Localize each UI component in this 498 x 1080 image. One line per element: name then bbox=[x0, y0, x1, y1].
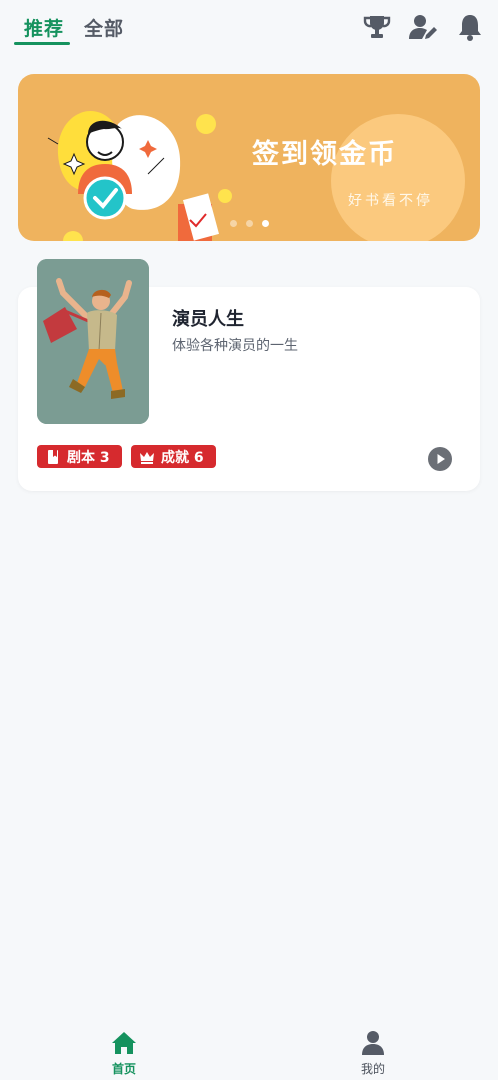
play-button[interactable] bbox=[428, 447, 452, 471]
story-title: 演员人生 bbox=[172, 309, 244, 330]
carousel-indicator bbox=[230, 220, 269, 227]
story-cover-image[interactable] bbox=[37, 259, 149, 424]
nav-profile[interactable]: 我的 bbox=[333, 1030, 413, 1077]
top-bar: 推荐 全部 bbox=[0, 0, 498, 56]
carousel-dot[interactable] bbox=[246, 220, 253, 227]
book-icon bbox=[48, 449, 58, 464]
carousel-dot[interactable] bbox=[230, 220, 237, 227]
bell-icon[interactable] bbox=[455, 12, 485, 42]
bottom-navigation: 首页 我的 bbox=[0, 1020, 498, 1080]
carousel-dot-active[interactable] bbox=[262, 220, 269, 227]
banner-title: 签到领金币 bbox=[252, 139, 397, 170]
tab-all[interactable]: 全部 bbox=[84, 14, 124, 41]
achievement-count-label: 成就 6 bbox=[161, 449, 204, 466]
play-icon bbox=[428, 447, 452, 471]
home-icon bbox=[112, 1032, 136, 1054]
trophy-icon[interactable] bbox=[362, 12, 392, 42]
script-count-label: 剧本 3 bbox=[67, 449, 110, 466]
achievement-count-badge: 成就 6 bbox=[131, 445, 216, 468]
nav-profile-label: 我的 bbox=[360, 1062, 385, 1076]
banner-illustration bbox=[47, 111, 465, 241]
tab-recommended[interactable]: 推荐 bbox=[24, 14, 64, 41]
nav-home-label: 首页 bbox=[111, 1062, 136, 1076]
user-edit-icon[interactable] bbox=[408, 12, 438, 42]
person-icon bbox=[362, 1031, 384, 1055]
nav-home[interactable]: 首页 bbox=[84, 1030, 164, 1077]
banner-subtitle: 好书看不停 bbox=[348, 193, 433, 209]
active-tab-indicator bbox=[14, 42, 70, 45]
crown-icon bbox=[140, 451, 154, 464]
script-count-badge: 剧本 3 bbox=[37, 445, 122, 468]
story-description: 体验各种演员的一生 bbox=[172, 338, 298, 354]
check-in-banner[interactable]: 签到领金币 好书看不停 bbox=[18, 74, 480, 241]
